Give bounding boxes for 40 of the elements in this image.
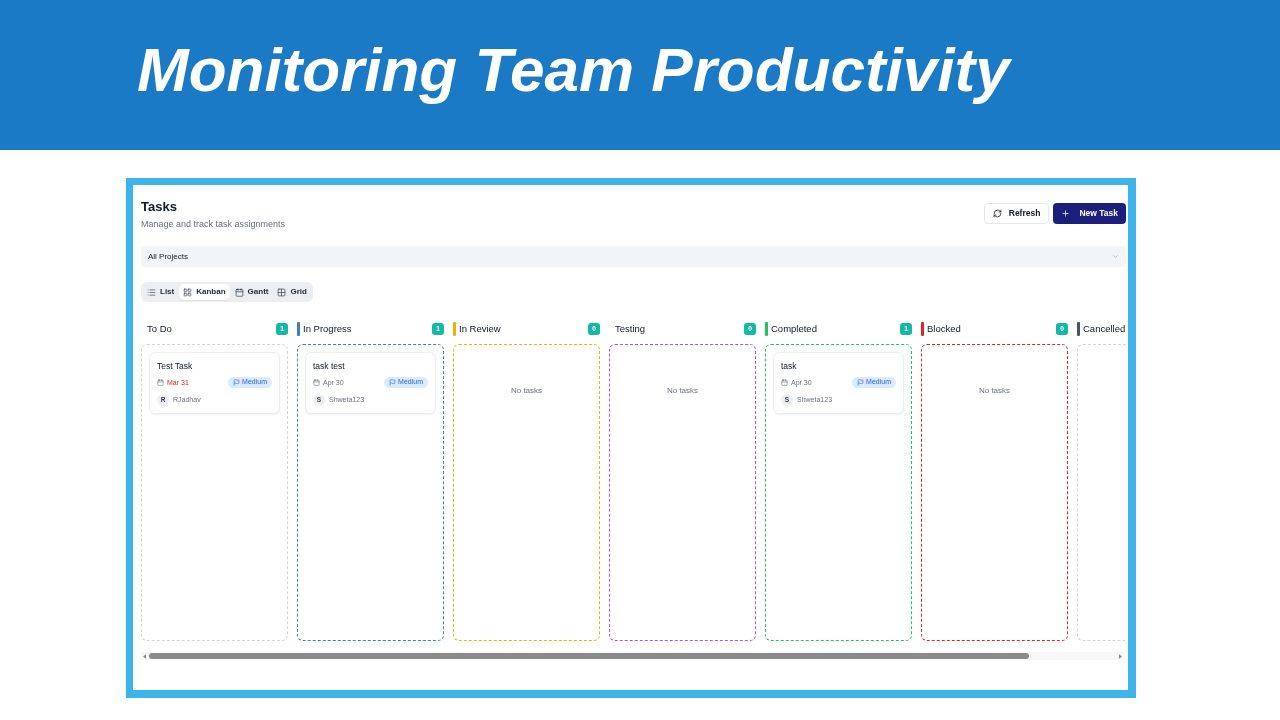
calendar-icon: [313, 379, 320, 386]
view-tab[interactable]: List: [143, 284, 179, 300]
project-select[interactable]: All Projects: [141, 246, 1126, 267]
column-title: Testing: [615, 322, 646, 336]
column-title: Cancelled: [1083, 322, 1126, 336]
task-title: task: [781, 361, 798, 372]
calendar-icon: [157, 379, 164, 386]
task-title: Test Task: [157, 361, 194, 372]
column-title: In Review: [459, 322, 501, 336]
empty-column-text: No tasks: [666, 385, 699, 397]
plus-icon: [1061, 209, 1071, 218]
column-title: Blocked: [927, 322, 961, 336]
column-title: Completed: [771, 322, 817, 336]
calendar-icon: [781, 379, 788, 386]
flag-icon: [389, 379, 397, 386]
view-tab[interactable]: Grid: [273, 284, 311, 300]
task-title: task test: [313, 361, 346, 372]
chevron-down-icon: [1112, 253, 1119, 260]
empty-column-text: No tasks: [978, 385, 1011, 397]
horizontal-scrollbar[interactable]: [141, 652, 1124, 660]
table-icon: [277, 287, 287, 297]
page-title: Tasks: [141, 199, 178, 215]
view-tab[interactable]: Kanban: [179, 284, 230, 300]
refresh-button[interactable]: Refresh: [983, 203, 1050, 224]
view-tab[interactable]: Gantt: [230, 284, 273, 300]
banner-title: Monitoring Team Productivity: [137, 34, 1010, 106]
page-subtitle: Manage and track task assignments: [141, 218, 286, 230]
scrollbar-thumb[interactable]: [149, 653, 1029, 659]
grid-squares-icon: [183, 287, 193, 297]
new-task-button[interactable]: New Task: [1053, 203, 1126, 224]
column-title: In Progress: [303, 322, 352, 336]
list-icon: [147, 287, 156, 297]
scroll-right-icon[interactable]: [1119, 653, 1122, 659]
refresh-icon: [992, 209, 1002, 218]
flag-icon: [857, 379, 865, 386]
flag-icon: [233, 379, 241, 386]
column-title: To Do: [147, 322, 172, 336]
scroll-left-icon[interactable]: [143, 653, 146, 659]
empty-column-text: No tasks: [510, 385, 543, 397]
calendar-icon: [234, 287, 244, 297]
